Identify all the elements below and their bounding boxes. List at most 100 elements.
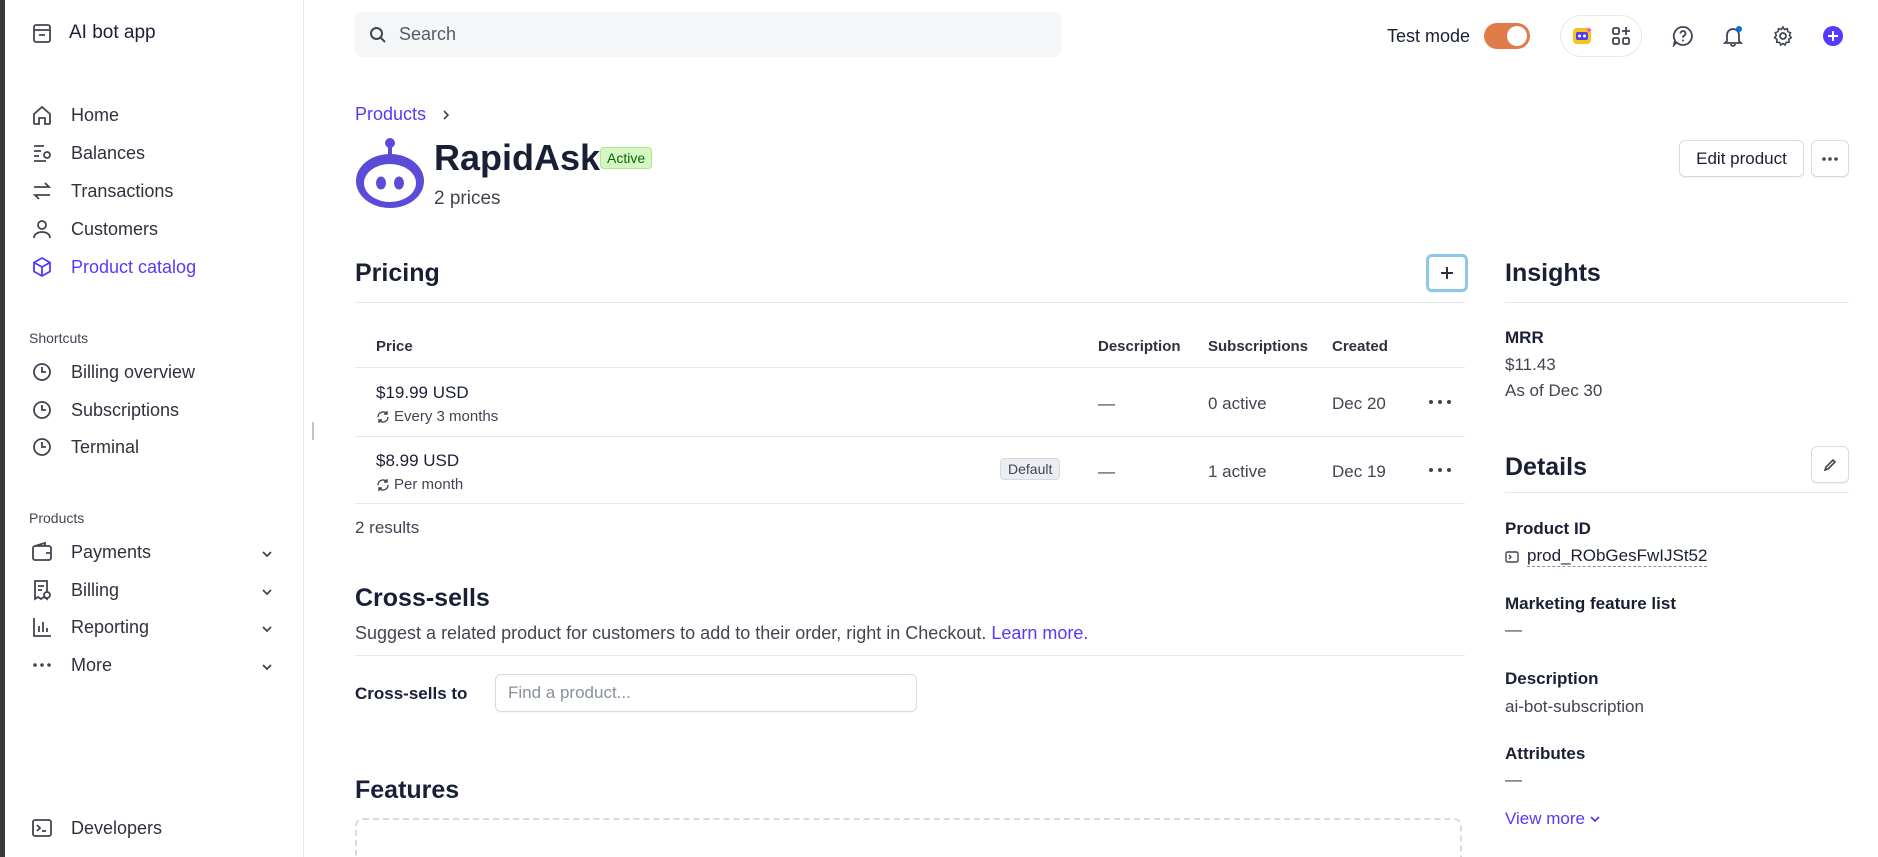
breadcrumb-products-link[interactable]: Products <box>355 104 426 125</box>
clock-icon <box>33 363 51 381</box>
divider <box>355 436 1465 437</box>
attributes-value: — <box>1505 770 1522 789</box>
product-id-value: prod_RObGesFwIJSt52 <box>1527 546 1708 567</box>
assistant-button[interactable] <box>1564 18 1600 54</box>
row-more-button[interactable] <box>1429 468 1451 474</box>
sidebar-item-label: Subscriptions <box>71 399 180 420</box>
customers-icon <box>33 220 51 239</box>
sidebar-item-customers[interactable]: Customers <box>31 215 158 243</box>
help-button[interactable] <box>1665 18 1701 54</box>
divider <box>355 302 1465 303</box>
divider <box>1505 492 1849 493</box>
more-horizontal-icon <box>1822 156 1838 161</box>
divider <box>355 655 1465 656</box>
row-more-button[interactable] <box>1429 400 1451 406</box>
price-interval-label: Per month <box>394 476 464 493</box>
view-more-link[interactable]: View more <box>1505 809 1601 829</box>
marketing-feature-list-label: Marketing feature list <box>1505 594 1676 613</box>
sidebar-item-label: More <box>71 654 113 675</box>
sidebar-item-label: Balances <box>71 142 146 163</box>
apps-icon <box>1612 27 1630 45</box>
sidebar-item-label: Payments <box>71 541 152 562</box>
search-bar[interactable] <box>355 12 1061 57</box>
product-more-button[interactable] <box>1811 140 1849 177</box>
sidebar-item-balances[interactable]: Balances <box>31 139 145 167</box>
sidebar-item-label: Reporting <box>71 616 150 637</box>
balances-icon <box>34 145 51 162</box>
toggle-knob <box>1507 26 1528 46</box>
price-interval: Per month <box>376 476 463 493</box>
view-more-label: View more <box>1505 809 1585 828</box>
price-created: Dec 19 <box>1332 462 1386 481</box>
sidebar-item-billing-overview[interactable]: Billing overview <box>31 358 195 386</box>
sidebar-item-more[interactable]: More <box>31 651 112 679</box>
price-amount: $8.99 USD <box>376 451 460 470</box>
chevron-down-icon[interactable] <box>260 585 274 599</box>
brand-name: AI bot app <box>69 22 156 43</box>
description-value: ai-bot-subscription <box>1505 697 1644 716</box>
sidebar-item-transactions[interactable]: Transactions <box>31 177 173 205</box>
account-switcher[interactable]: AI bot app <box>31 22 156 44</box>
notifications-button[interactable] <box>1715 18 1751 54</box>
breadcrumb: Products <box>355 104 452 125</box>
cross-sells-product-input[interactable] <box>495 674 917 712</box>
sidebar-item-product-catalog[interactable]: Product catalog <box>31 253 196 281</box>
sidebar-item-subscriptions[interactable]: Subscriptions <box>31 396 179 424</box>
divider <box>355 503 1465 504</box>
add-price-button[interactable] <box>1426 254 1468 292</box>
description-label: Description <box>1505 669 1599 688</box>
sidebar-item-reporting[interactable]: Reporting <box>31 613 149 641</box>
terminal-icon <box>32 819 52 837</box>
price-interval: Every 3 months <box>376 408 498 425</box>
divider <box>355 367 1465 368</box>
features-dropzone[interactable] <box>355 818 1462 857</box>
cross-sells-subtitle: Suggest a related product for customers … <box>355 623 987 643</box>
sidebar-item-label: Developers <box>71 817 163 838</box>
assistant-icon <box>1573 27 1592 44</box>
wallet-icon <box>32 541 52 561</box>
sidebar-item-label: Transactions <box>71 180 174 201</box>
apps-button[interactable] <box>1603 18 1639 54</box>
sidebar: AI bot app Home Balances Transactions Cu… <box>5 0 304 857</box>
reporting-icon <box>33 618 51 637</box>
sidebar-item-payments[interactable]: Payments <box>31 538 151 566</box>
sidebar-resize-handle[interactable] <box>312 422 314 440</box>
search-input[interactable] <box>399 24 999 45</box>
sidebar-item-label: Customers <box>71 218 159 239</box>
cross-sells-label: Cross-sells to <box>355 684 468 703</box>
column-header-description: Description <box>1098 338 1181 355</box>
chevron-down-icon[interactable] <box>260 660 274 674</box>
settings-button[interactable] <box>1765 18 1801 54</box>
test-mode-toggle[interactable] <box>1484 23 1531 49</box>
sidebar-item-developers[interactable]: Developers <box>31 814 162 842</box>
chevron-down-icon[interactable] <box>260 622 274 636</box>
details-heading: Details <box>1505 453 1587 481</box>
sidebar-item-label: Home <box>71 104 120 125</box>
bell-icon <box>1722 26 1744 47</box>
status-badge: Active <box>600 147 653 169</box>
home-icon <box>33 105 51 125</box>
product-id[interactable]: prod_RObGesFwIJSt52 <box>1505 546 1708 567</box>
test-mode-control: Test mode <box>1387 18 1531 54</box>
sidebar-item-label: Billing <box>71 579 120 600</box>
chevron-down-icon[interactable] <box>260 547 274 561</box>
default-badge: Default <box>1000 458 1061 480</box>
mrr-label: MRR <box>1505 328 1544 347</box>
sidebar-item-billing[interactable]: Billing <box>31 576 119 604</box>
create-button[interactable] <box>1815 18 1851 54</box>
edit-details-button[interactable] <box>1811 446 1849 483</box>
recurring-icon <box>377 478 389 491</box>
learn-more-link[interactable]: Learn more. <box>991 623 1088 643</box>
edit-product-button[interactable]: Edit product <box>1679 140 1804 177</box>
product-id-label: Product ID <box>1505 519 1591 538</box>
billing-icon <box>34 580 51 601</box>
price-subscriptions: 1 active <box>1208 462 1267 481</box>
cross-sells-heading: Cross-sells <box>355 584 490 612</box>
sidebar-item-home[interactable]: Home <box>31 101 119 129</box>
sidebar-item-label: Product catalog <box>71 256 197 277</box>
product-catalog-icon <box>33 256 51 278</box>
pencil-icon <box>1823 458 1837 471</box>
mrr-value: $11.43 <box>1505 355 1556 374</box>
insights-heading: Insights <box>1505 259 1601 287</box>
sidebar-item-terminal[interactable]: Terminal <box>31 433 139 461</box>
